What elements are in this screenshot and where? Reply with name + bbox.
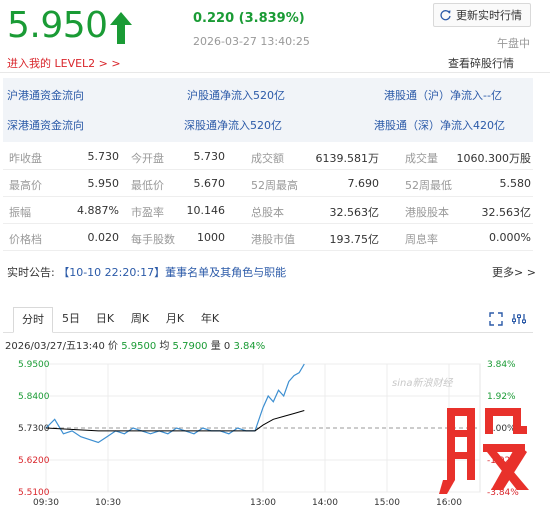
odd-lot-quote-link[interactable]: 查看碎股行情 [448, 55, 514, 71]
sz-northbound-flow[interactable]: 深股通净流入520亿 [184, 117, 282, 133]
quote-value: 1060.300万股 [456, 152, 532, 165]
quote-value: 5.580 [499, 177, 532, 190]
quote-datetime: 2026-03-27 13:40:25 [193, 35, 310, 48]
y-left-ticks: 5.9500 5.8400 5.7300 5.6200 5.5100 [18, 360, 50, 498]
tab-5day[interactable]: 5日 [57, 307, 85, 333]
quote-value: 5.730 [87, 150, 120, 163]
info-avg: 5.7900 [172, 341, 208, 352]
flow-row: 沪港通资金流向 沪股通净流入520亿 港股通（沪）净流入--亿 [3, 80, 533, 110]
refresh-quote-button[interactable]: 更新实时行情 [433, 3, 531, 27]
quote-value: 1000 [197, 231, 225, 244]
flow-row: 深港通资金流向 深股通净流入520亿 港股通（深）净流入420亿 [3, 110, 533, 140]
sz-hk-flow-link[interactable]: 深港通资金流向 [7, 117, 84, 133]
divider [0, 72, 550, 73]
quote-value: 0.000% [489, 231, 531, 244]
quote-label: 港股股本 [405, 206, 449, 219]
announcement: 实时公告: 【10-10 22:20:17】董事名单及其角色与职能 [7, 264, 286, 280]
quote-label: 最高价 [9, 179, 42, 192]
y-tick-label: 5.8400 [18, 392, 50, 402]
quote-label: 昨收盘 [9, 152, 42, 165]
tab-monthly-k[interactable]: 月K [161, 307, 189, 333]
chart-info-line: 2026/03/27/五13:40 价 5.9500 均 5.7900 量 0 … [5, 337, 265, 352]
tab-weekly-k[interactable]: 周K [126, 307, 154, 333]
quote-label: 成交额 [251, 152, 284, 165]
quote-label: 最低价 [131, 179, 164, 192]
quote-value: 5.670 [193, 177, 226, 190]
tab-intraday[interactable]: 分时 [13, 307, 53, 333]
y-tick-label: 5.9500 [18, 360, 50, 370]
capital-flow-panel: 沪港通资金流向 沪股通净流入520亿 港股通（沪）净流入--亿 深港通资金流向 … [3, 78, 533, 142]
quote-row: 昨收盘 5.730 今开盘 5.730 成交额 6139.581万 成交量 10… [3, 143, 533, 170]
x-tick-label: 15:00 [374, 498, 400, 508]
quote-value: 5.950 [87, 177, 120, 190]
info-mid2: 量 0 [207, 341, 234, 352]
quote-label: 价格档 [9, 233, 42, 246]
x-tick-label: 09:30 [33, 498, 59, 508]
quote-label: 周息率 [405, 233, 438, 246]
quote-label: 成交量 [405, 152, 438, 165]
quote-table: 昨收盘 5.730 今开盘 5.730 成交额 6139.581万 成交量 10… [3, 143, 533, 251]
quote-row: 最高价 5.950 最低价 5.670 52周最高 7.690 52周最低 5.… [3, 170, 533, 197]
sh-northbound-flow[interactable]: 沪股通净流入520亿 [187, 87, 285, 103]
fullscreen-icon[interactable] [489, 312, 503, 326]
x-tick-label: 13:00 [250, 498, 276, 508]
y-tick-label: 1.92% [487, 392, 516, 402]
tab-yearly-k[interactable]: 年K [196, 307, 224, 333]
quote-label: 市盈率 [131, 206, 164, 219]
quote-label: 总股本 [251, 206, 284, 219]
y-tick-label: 5.6200 [18, 456, 50, 466]
sina-watermark: sina新浪财经 [392, 377, 453, 389]
quote-row: 振幅 4.887% 市盈率 10.146 总股本 32.563亿 港股股本 32… [3, 197, 533, 224]
info-pct: 3.84% [233, 341, 266, 352]
quote-row: 价格档 0.020 每手股数 1000 港股市值 193.75亿 周息率 0.0… [3, 224, 533, 251]
quote-label: 52周最高 [251, 179, 298, 192]
announcement-link[interactable]: 【10-10 22:20:17】董事名单及其角色与职能 [58, 266, 286, 279]
quote-value: 193.75亿 [329, 233, 380, 246]
quote-label: 振幅 [9, 206, 31, 219]
current-price: 5.950 [7, 5, 108, 46]
y-tick-label: 3.84% [487, 360, 516, 370]
refresh-label: 更新实时行情 [456, 9, 522, 22]
y-tick-label: 5.5100 [18, 488, 50, 498]
quote-value: 5.730 [193, 150, 226, 163]
tab-daily-k[interactable]: 日K [91, 307, 119, 333]
price-change: 0.220 (3.839%) [193, 11, 305, 26]
refresh-icon [440, 9, 451, 20]
quote-value: 32.563亿 [481, 206, 532, 219]
settings-icon[interactable] [512, 312, 526, 326]
info-price: 5.9500 [121, 341, 157, 352]
x-ticks: 09:30 10:30 13:00 14:00 15:00 16:00 [33, 498, 462, 508]
sh-southbound-flow[interactable]: 港股通（沪）净流入--亿 [384, 87, 502, 103]
quote-label: 港股市值 [251, 233, 295, 246]
quote-label: 今开盘 [131, 152, 164, 165]
chart-tabs: 分时 5日 日K 周K 月K 年K [3, 307, 533, 333]
info-mid1: 均 [156, 341, 173, 352]
x-tick-label: 10:30 [95, 498, 121, 508]
more-announcements-link[interactable]: 更多> > [492, 264, 536, 280]
quote-label: 每手股数 [131, 233, 175, 246]
market-status: 午盘中 [497, 37, 530, 50]
sz-southbound-flow[interactable]: 港股通（深）净流入420亿 [374, 117, 505, 133]
x-tick-label: 16:00 [436, 498, 462, 508]
stock-logo-icon [439, 408, 529, 494]
level2-link[interactable]: 进入我的 LEVEL2 > > [7, 55, 121, 71]
quote-value: 10.146 [186, 204, 226, 217]
sh-hk-flow-link[interactable]: 沪港通资金流向 [7, 87, 84, 103]
quote-value: 32.563亿 [329, 206, 380, 219]
quote-value: 0.020 [87, 231, 120, 244]
quote-value: 7.690 [347, 177, 380, 190]
up-arrow-icon [110, 12, 132, 44]
quote-label: 52周最低 [405, 179, 452, 192]
quote-value: 6139.581万 [315, 152, 380, 165]
quote-value: 4.887% [77, 204, 119, 217]
y-tick-label: 5.7300 [18, 424, 50, 434]
announcement-label: 实时公告: [7, 266, 55, 279]
info-prefix: 2026/03/27/五13:40 价 [5, 341, 122, 352]
x-tick-label: 14:00 [312, 498, 338, 508]
